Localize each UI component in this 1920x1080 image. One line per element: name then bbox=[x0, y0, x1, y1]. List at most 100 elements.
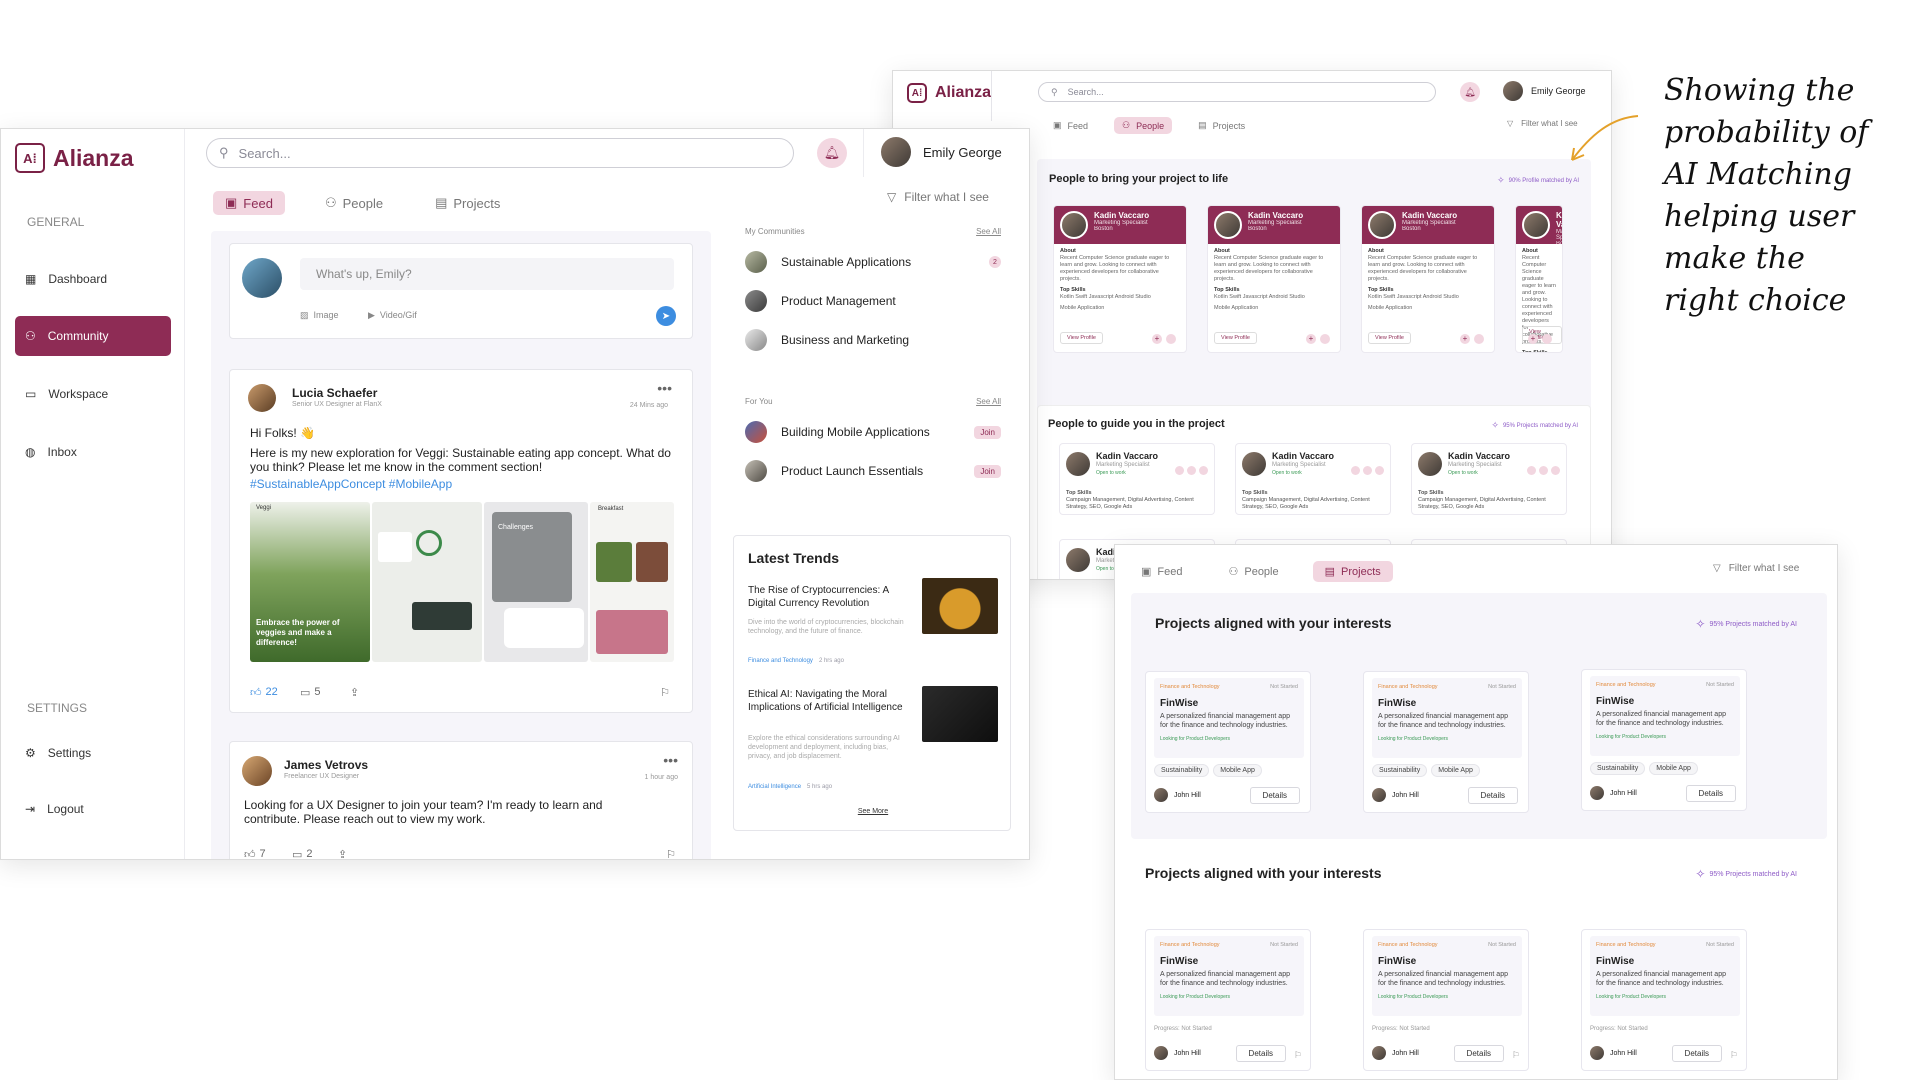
bookmark-icon[interactable]: ⚐ bbox=[660, 686, 670, 699]
tab-people[interactable]: ⚇ People bbox=[1114, 117, 1173, 134]
filter-button[interactable]: ▽ Filter what I see bbox=[1713, 563, 1799, 574]
add-icon[interactable]: + bbox=[1528, 334, 1538, 344]
post-image-asparagus[interactable]: Veggi Embrace the power of veggies and m… bbox=[250, 502, 370, 662]
project-owner: John Hill bbox=[1392, 791, 1419, 799]
action-icon[interactable] bbox=[1175, 466, 1184, 475]
post-author[interactable]: James Vetrovs bbox=[284, 758, 368, 772]
mentor-card[interactable]: Kadin Vaccaro Marketing Specialist Open … bbox=[1235, 443, 1391, 515]
profile-card[interactable]: Kadin Vaccaro Marketing Specialist Bosto… bbox=[1207, 205, 1341, 353]
join-button[interactable]: Join bbox=[974, 464, 1001, 478]
post-author[interactable]: Lucia Schaefer bbox=[292, 386, 377, 400]
project-card[interactable]: Finance and Technology Not Started FinWi… bbox=[1363, 929, 1529, 1071]
add-icon[interactable]: + bbox=[1460, 334, 1470, 344]
community-item[interactable]: Sustainable Applications 2 bbox=[745, 251, 1001, 273]
trend-item[interactable]: Ethical AI: Navigating the Moral Implica… bbox=[748, 686, 998, 798]
sidebar-item-inbox[interactable]: ◍ Inbox bbox=[15, 432, 171, 472]
comment-button[interactable]: ▭ 5 bbox=[300, 686, 321, 699]
details-button[interactable]: Details bbox=[1453, 1045, 1504, 1062]
notification-bell-icon[interactable]: 🔔︎ bbox=[817, 138, 847, 168]
bookmark-icon[interactable]: ⚐ bbox=[1294, 1050, 1302, 1061]
action-icon[interactable] bbox=[1527, 466, 1536, 475]
see-all-link[interactable]: See All bbox=[976, 227, 1001, 236]
tab-people[interactable]: ⚇ People bbox=[313, 191, 395, 215]
view-profile-button[interactable]: View Profile bbox=[1060, 332, 1103, 344]
send-button[interactable]: ➤ bbox=[656, 306, 676, 326]
like-button[interactable]: 👍︎ 7 bbox=[244, 848, 266, 859]
view-profile-button[interactable]: View Profile bbox=[1368, 332, 1411, 344]
post-input[interactable]: What's up, Emily? bbox=[300, 258, 674, 290]
tab-projects[interactable]: ▤ Projects bbox=[423, 191, 512, 215]
action-icon[interactable] bbox=[1351, 466, 1360, 475]
profile-card[interactable]: Kadin Vaccaro Marketing Specialist Bosto… bbox=[1361, 205, 1495, 353]
action-icon[interactable] bbox=[1363, 466, 1372, 475]
filter-button[interactable]: ▽ Filter what I see bbox=[887, 190, 989, 204]
sidebar-item-workspace[interactable]: ▭ Workspace bbox=[15, 374, 171, 414]
attach-image-button[interactable]: ▨ Image bbox=[300, 310, 339, 321]
project-card[interactable]: Finance and Technology Not Started FinWi… bbox=[1363, 671, 1529, 813]
trend-item[interactable]: The Rise of Cryptocurrencies: A Digital … bbox=[748, 578, 998, 674]
project-card[interactable]: Finance and Technology Not Started FinWi… bbox=[1581, 669, 1747, 811]
sidebar-item-dashboard[interactable]: ▦ Dashboard bbox=[15, 259, 171, 299]
tab-people[interactable]: ⚇ People bbox=[1216, 561, 1290, 582]
details-button[interactable]: Details bbox=[1467, 787, 1518, 804]
see-all-link[interactable]: See All bbox=[976, 397, 1001, 406]
details-button[interactable]: Details bbox=[1249, 787, 1300, 804]
community-item[interactable]: Product Launch Essentials Join bbox=[745, 460, 1001, 482]
tab-projects[interactable]: ▤ Projects bbox=[1312, 561, 1393, 582]
details-button[interactable]: Details bbox=[1671, 1045, 1722, 1062]
like-button[interactable]: 👍︎ 22 bbox=[250, 686, 278, 699]
view-profile-button[interactable]: View Profile bbox=[1214, 332, 1257, 344]
project-card[interactable]: Finance and Technology Not Started FinWi… bbox=[1581, 929, 1747, 1071]
community-item[interactable]: Business and Marketing bbox=[745, 329, 909, 351]
action-icon[interactable] bbox=[1375, 466, 1384, 475]
add-icon[interactable]: + bbox=[1306, 334, 1316, 344]
post-image-stats[interactable] bbox=[372, 502, 482, 662]
details-button[interactable]: Details bbox=[1685, 785, 1736, 802]
search-input[interactable]: ⚲ Search... bbox=[1038, 82, 1436, 102]
more-options-icon[interactable]: ••• bbox=[657, 380, 672, 396]
action-icon[interactable] bbox=[1551, 466, 1560, 475]
action-icon[interactable] bbox=[1187, 466, 1196, 475]
join-button[interactable]: Join bbox=[974, 425, 1001, 439]
user-menu[interactable]: Emily George bbox=[1503, 81, 1586, 101]
post-image-challenges[interactable]: Challenges bbox=[484, 502, 588, 662]
like-icon[interactable] bbox=[1166, 334, 1176, 344]
user-menu[interactable]: Emily George bbox=[881, 137, 1002, 167]
profile-card[interactable]: Kadin Vaccaro Marketing Specialist Bosto… bbox=[1053, 205, 1187, 353]
project-card[interactable]: Finance and Technology Not Started FinWi… bbox=[1145, 929, 1311, 1071]
more-options-icon[interactable]: ••• bbox=[663, 752, 678, 768]
notification-bell-icon[interactable]: 🔔︎ bbox=[1460, 82, 1480, 102]
post-image-breakfast[interactable]: Breakfast bbox=[590, 502, 674, 662]
tab-feed[interactable]: ▣ Feed bbox=[1129, 561, 1194, 582]
project-card[interactable]: Finance and Technology Not Started FinWi… bbox=[1145, 671, 1311, 813]
comment-button[interactable]: ▭ 2 bbox=[292, 848, 313, 859]
sidebar-item-community[interactable]: ⚇ Community bbox=[15, 316, 171, 356]
see-more-link[interactable]: See More bbox=[734, 808, 1012, 815]
bookmark-icon[interactable]: ⚐ bbox=[1730, 1050, 1738, 1061]
community-item[interactable]: Product Management bbox=[745, 290, 896, 312]
action-icon[interactable] bbox=[1199, 466, 1208, 475]
community-item[interactable]: Building Mobile Applications Join bbox=[745, 421, 1001, 443]
like-icon[interactable] bbox=[1542, 334, 1552, 344]
mentor-card[interactable]: Kadin Vaccaro Marketing Specialist Open … bbox=[1059, 443, 1215, 515]
sidebar-item-settings[interactable]: ⚙ Settings bbox=[15, 733, 171, 773]
search-input[interactable]: ⚲ Search... bbox=[206, 138, 794, 168]
share-icon[interactable]: ⇪ bbox=[350, 686, 359, 699]
tab-feed[interactable]: ▣ Feed bbox=[1045, 117, 1096, 134]
profile-card[interactable]: Kadin Vaccaro Marketing Specialist Bosto… bbox=[1515, 205, 1563, 353]
like-icon[interactable] bbox=[1474, 334, 1484, 344]
share-icon[interactable]: ⇪ bbox=[338, 848, 347, 859]
details-button[interactable]: Details bbox=[1235, 1045, 1286, 1062]
project-owner: John Hill bbox=[1392, 1049, 1419, 1057]
add-icon[interactable]: + bbox=[1152, 334, 1162, 344]
like-icon[interactable] bbox=[1320, 334, 1330, 344]
action-icon[interactable] bbox=[1539, 466, 1548, 475]
mentor-card[interactable]: Kadin Vaccaro Marketing Specialist Open … bbox=[1411, 443, 1567, 515]
sidebar-item-logout[interactable]: ⇥ Logout bbox=[15, 789, 171, 829]
attach-video-button[interactable]: ▶ Video/Gif bbox=[368, 310, 417, 321]
bookmark-icon[interactable]: ⚐ bbox=[666, 848, 676, 859]
tab-feed[interactable]: ▣ Feed bbox=[213, 191, 285, 215]
bookmark-icon[interactable]: ⚐ bbox=[1512, 1050, 1520, 1061]
tab-projects[interactable]: ▤ Projects bbox=[1190, 117, 1253, 134]
post-hashtags[interactable]: #SustainableAppConcept #MobileApp bbox=[250, 477, 452, 491]
